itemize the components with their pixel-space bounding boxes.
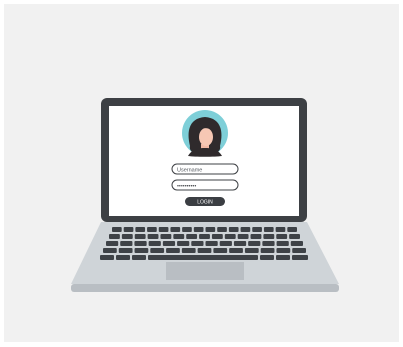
password-mask: •••••••••• [177,184,196,190]
keyboard-key [228,227,239,232]
keyboard-key [197,248,212,253]
keyboard-key [147,234,159,239]
keyboard-key [120,241,133,246]
keyboard-key [275,227,286,232]
keyboard-key [205,227,216,232]
keyboard-key [263,234,275,239]
keyboard-key [150,248,165,253]
keyboard-key [292,248,306,253]
keyboard-key [199,234,210,239]
touchpad [166,262,244,280]
keyboard-key [224,234,236,239]
keyboard-key [116,255,130,260]
keyboard-key [134,248,149,253]
keyboard-key [290,241,303,246]
keyboard-key [147,227,157,232]
keyboard-key [193,227,204,232]
username-placeholder: Username [177,168,202,174]
keyboard-key [276,255,290,260]
keyboard-key [213,248,228,253]
login-button[interactable]: LOGIN [185,197,225,206]
login-button-label: LOGIN [197,200,213,206]
keyboard-key [260,248,275,253]
keyboard-key [191,241,204,246]
keyboard-key [205,241,218,246]
keyboard-key [123,227,134,232]
keyboard-key [276,248,291,253]
keyboard-key [186,234,198,239]
keyboard-key [260,255,274,260]
keyboard-key [182,227,192,232]
keyboard-key [287,227,297,232]
keyboard-key [173,234,185,239]
keyboard-key [118,248,133,253]
keyboard-key [233,241,247,246]
keyboard-key [134,241,147,246]
keyboard-key [112,227,122,232]
keyboard-key [106,241,119,246]
keyboard-key [160,234,172,239]
keyboard-key [240,227,251,232]
keyboard-key [177,241,190,246]
keyboard-key [148,241,161,246]
keyboard-key [252,227,262,232]
keyboard-key [237,234,249,239]
keyboard-key [100,255,114,260]
keyboard-key [229,248,243,253]
keyboard-key [289,234,300,239]
laptop-illustration: Username •••••••••• LOGIN [71,98,339,292]
keyboard-key [170,227,181,232]
password-field[interactable]: •••••••••• [171,179,239,191]
keyboard-key [250,234,262,239]
keyboard-key [103,248,117,253]
keyboard-key [244,248,259,253]
keyboard-key [109,234,120,239]
keyboard-key [181,248,196,253]
keyboard-key [248,241,261,246]
keyboard-key [135,227,146,232]
spacebar-key [148,255,258,260]
laptop-base-edge [71,284,339,292]
keyboard-key [121,234,133,239]
keyboard-key [211,234,223,239]
keyboard-key [162,241,176,246]
keyboard-key [276,234,288,239]
keyboard-key [166,248,180,253]
username-field[interactable]: Username [171,163,239,175]
keyboard-key [262,241,275,246]
keyboard-key [292,255,308,260]
keyboard-key [276,241,289,246]
keyboard-key [132,255,146,260]
keyboard-key [219,241,232,246]
keyboard-key [217,227,227,232]
keyboard-key [158,227,169,232]
keyboard-key [263,227,274,232]
keyboard-key [134,234,146,239]
